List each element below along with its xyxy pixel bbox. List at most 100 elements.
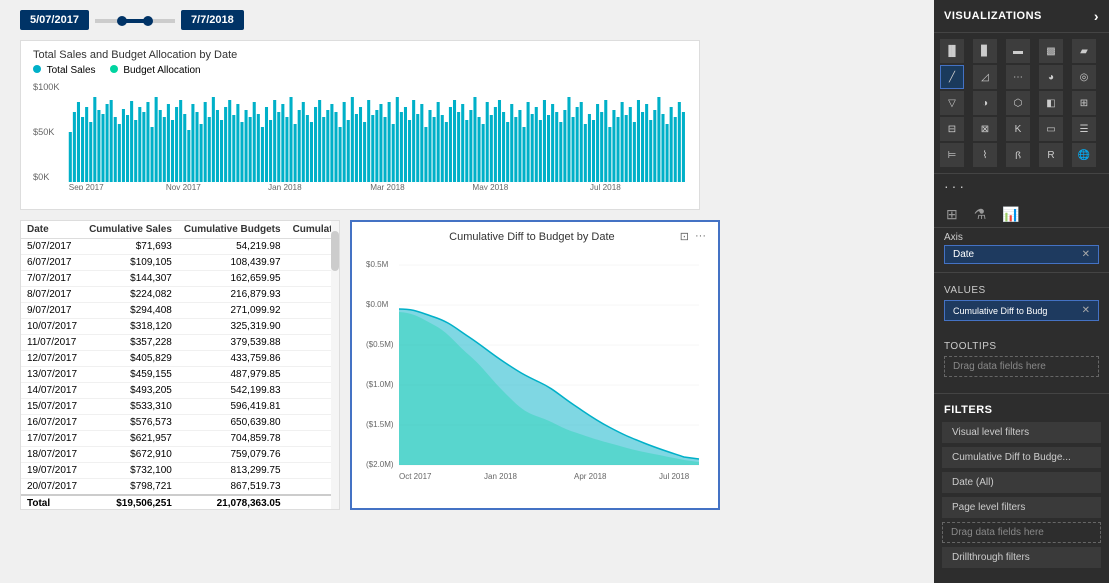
viz-icon-4[interactable]: ▰ xyxy=(1072,39,1096,63)
viz-icon-9[interactable]: ◎ xyxy=(1072,65,1096,89)
table-cell: $576,573 xyxy=(83,415,178,431)
date-slicer: 5/07/2017 7/7/2018 xyxy=(20,10,924,30)
viz-icon-19[interactable]: ☰ xyxy=(1072,117,1096,141)
bottom-chart: Cumulative Diff to Budget by Date ⊡ ··· … xyxy=(350,220,720,510)
table-cell: 8/07/2017 xyxy=(21,287,83,303)
scroll-bar[interactable] xyxy=(331,221,339,509)
slicer-handle-right[interactable] xyxy=(143,16,153,26)
table-cell: 14/07/2017 xyxy=(21,383,83,399)
viz-icon-5[interactable]: ╱ xyxy=(940,65,964,89)
tab-analytics[interactable]: 📊 xyxy=(996,202,1025,227)
drillthrough-filters: Drillthrough filters xyxy=(942,547,1101,568)
filter-cumulative-label: Cumulative Diff to Budge... xyxy=(952,452,1071,463)
values-field[interactable]: Cumulative Diff to Budg ✕ xyxy=(944,300,1099,321)
table-cell: 17/07/2017 xyxy=(21,431,83,447)
filter-item-cumulative[interactable]: Cumulative Diff to Budge... xyxy=(942,447,1101,468)
viz-icon-7[interactable]: ⋯ xyxy=(1006,65,1030,89)
col-header-date: Date xyxy=(21,221,83,239)
table-cell: $533,310 xyxy=(83,399,178,415)
table-row: 13/07/2017$459,155487,979.85($28,825) xyxy=(21,367,339,383)
viz-icon-18[interactable]: ▭ xyxy=(1039,117,1063,141)
viz-icon-17[interactable]: K xyxy=(1006,117,1030,141)
table-total-cell: $19,506,251 xyxy=(83,495,178,509)
legend-budget: Budget Allocation xyxy=(110,65,201,76)
viz-icon-23[interactable]: R xyxy=(1039,143,1063,167)
bottom-chart-svg: $0.5M $0.0M ($0.5M) ($1.0M) ($1.5M) ($2.… xyxy=(364,247,704,487)
more-options-icon[interactable]: ··· xyxy=(695,230,706,243)
values-close-icon[interactable]: ✕ xyxy=(1082,305,1090,316)
viz-icon-8[interactable]: ◕ xyxy=(1039,65,1063,89)
values-section: Values Cumulative Diff to Budg ✕ xyxy=(934,277,1109,333)
page-filter-placeholder: Drag data fields here xyxy=(942,522,1101,543)
top-chart: Total Sales and Budget Allocation by Dat… xyxy=(20,40,700,210)
table-cell: $672,910 xyxy=(83,447,178,463)
panel-expand-icon[interactable]: › xyxy=(1094,8,1099,24)
table-row: 7/07/2017$144,307162,659.95($18,353) xyxy=(21,271,339,287)
viz-icon-21[interactable]: ⌇ xyxy=(973,143,997,167)
viz-panel-title: VISUALIZATIONS xyxy=(944,10,1042,22)
table-cell: 9/07/2017 xyxy=(21,303,83,319)
table-cell: 15/07/2017 xyxy=(21,399,83,415)
svg-text:($1.5M): ($1.5M) xyxy=(366,420,394,429)
values-label: Values xyxy=(944,285,1099,296)
table-cell: 542,199.83 xyxy=(178,383,287,399)
viz-icon-13[interactable]: ◧ xyxy=(1039,91,1063,115)
viz-icon-22[interactable]: ꟗ xyxy=(1006,143,1030,167)
table-header-row: Date Cumulative Sales Cumulative Budgets… xyxy=(21,221,339,239)
slicer-handle-left[interactable] xyxy=(117,16,127,26)
viz-icon-0[interactable]: ▐▌ xyxy=(940,39,964,63)
table-row: 19/07/2017$732,100813,299.75($81,200) xyxy=(21,463,339,479)
table-cell: 704,859.78 xyxy=(178,431,287,447)
more-options-dots[interactable]: ··· xyxy=(934,174,1109,198)
svg-text:Mar 2018: Mar 2018 xyxy=(370,183,405,190)
legend-dot-budget xyxy=(110,65,118,73)
svg-text:Jul 2018: Jul 2018 xyxy=(590,183,621,190)
viz-icon-1[interactable]: ▊ xyxy=(973,39,997,63)
axis-field[interactable]: Date ✕ xyxy=(944,245,1099,264)
viz-icon-3[interactable]: ▩ xyxy=(1039,39,1063,63)
viz-icon-24[interactable]: 🌐 xyxy=(1072,143,1096,167)
filter-item-date[interactable]: Date (All) xyxy=(942,472,1101,493)
svg-text:Oct 2017: Oct 2017 xyxy=(399,472,432,481)
table-row: 17/07/2017$621,957704,859.78($82,903) xyxy=(21,431,339,447)
top-chart-title: Total Sales and Budget Allocation by Dat… xyxy=(33,49,687,61)
svg-text:Sep 2017: Sep 2017 xyxy=(69,183,104,190)
tab-format[interactable]: ⚗ xyxy=(968,202,993,227)
table-cell: 18/07/2017 xyxy=(21,447,83,463)
viz-icon-12[interactable]: ⬡ xyxy=(1006,91,1030,115)
viz-icon-20[interactable]: ⊨ xyxy=(940,143,964,167)
axis-label: Axis xyxy=(944,232,1099,243)
viz-icon-10[interactable]: ▽ xyxy=(940,91,964,115)
viz-icon-6[interactable]: ◿ xyxy=(973,65,997,89)
date-start[interactable]: 5/07/2017 xyxy=(20,10,89,30)
tooltips-placeholder: Drag data fields here xyxy=(944,356,1099,377)
resize-icon[interactable]: ⊡ xyxy=(680,230,689,243)
viz-icon-11[interactable]: ◑ xyxy=(973,91,997,115)
table-cell: 487,979.85 xyxy=(178,367,287,383)
visual-level-filters: Visual level filters xyxy=(942,422,1101,443)
legend-dot-sales xyxy=(33,65,41,73)
table-row: 20/07/2017$798,721867,519.73($68,799) xyxy=(21,479,339,496)
bottom-chart-title-text: Cumulative Diff to Budget by Date xyxy=(449,231,615,243)
axis-close-icon[interactable]: ✕ xyxy=(1082,249,1090,260)
viz-icon-14[interactable]: ⊞ xyxy=(1072,91,1096,115)
table-cell: $621,957 xyxy=(83,431,178,447)
table-cell: 325,319.90 xyxy=(178,319,287,335)
viz-panel: VISUALIZATIONS › ▐▌ ▊ ▬ ▩ ▰ ╱ ◿ ⋯ ◕ ◎ ▽ ◑ ⬡ ◧ ⊞ ⊟ ⊠ K ▭ ☰ ⊨ ⌇… xyxy=(934,0,1109,583)
svg-text:($2.0M): ($2.0M) xyxy=(366,460,394,469)
viz-icon-2[interactable]: ▬ xyxy=(1006,39,1030,63)
table-row: 6/07/2017$109,105108,439.97$665 xyxy=(21,255,339,271)
viz-icon-16[interactable]: ⊠ xyxy=(973,117,997,141)
page-level-label: Page level filters xyxy=(952,502,1025,513)
table-cell: 650,639.80 xyxy=(178,415,287,431)
table-cell: 6/07/2017 xyxy=(21,255,83,271)
scroll-thumb[interactable] xyxy=(331,231,339,271)
bottom-chart-icons: ⊡ ··· xyxy=(680,230,706,243)
legend-sales: Total Sales xyxy=(33,65,96,76)
table-cell: 108,439.97 xyxy=(178,255,287,271)
table-cell: 16/07/2017 xyxy=(21,415,83,431)
tab-fields[interactable]: ⊞ xyxy=(940,202,964,227)
viz-icon-15[interactable]: ⊟ xyxy=(940,117,964,141)
date-end[interactable]: 7/7/2018 xyxy=(181,10,244,30)
slicer-slider[interactable] xyxy=(95,19,175,23)
